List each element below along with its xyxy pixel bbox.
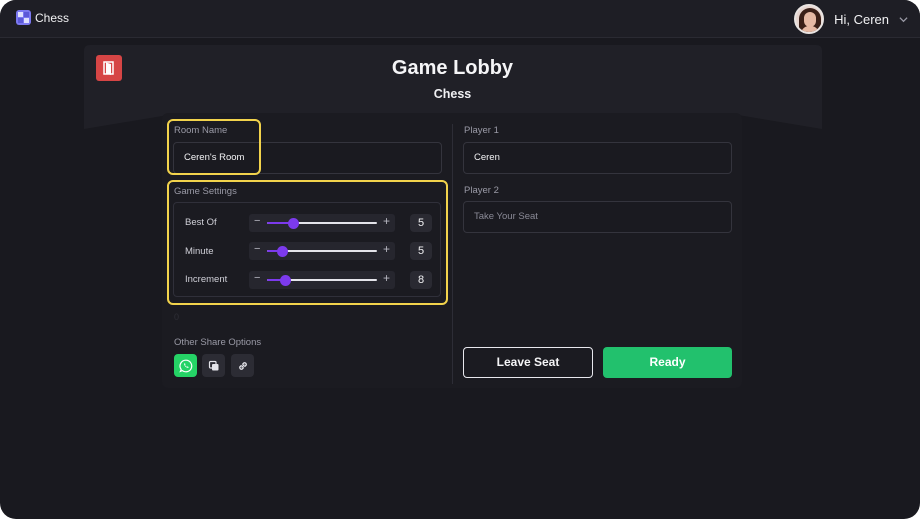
game-settings-highlight (167, 180, 448, 305)
chevron-down-icon[interactable] (899, 15, 908, 24)
leave-seat-button[interactable]: Leave Seat (463, 347, 593, 378)
player1-label: Player 1 (464, 125, 499, 136)
copy-button[interactable] (202, 354, 225, 377)
column-divider (452, 124, 453, 384)
whatsapp-icon (178, 359, 192, 372)
app-name: Chess (35, 10, 70, 25)
page-title: Game Lobby (391, 57, 514, 79)
brand[interactable]: Chess (16, 10, 69, 25)
stray-text: 0 (174, 312, 180, 322)
player2-label: Player 2 (464, 185, 499, 196)
ready-button[interactable]: Ready (603, 347, 732, 378)
link-button[interactable] (231, 354, 254, 377)
app-window: Chess Hi, Ceren Game Lobby Chess Room Na… (0, 0, 920, 519)
link-icon (238, 361, 247, 370)
room-name-highlight (167, 119, 261, 175)
page-subtitle: Chess (433, 87, 472, 101)
user-menu[interactable]: Hi, Ceren (794, 4, 908, 34)
top-bar: Chess Hi, Ceren (0, 0, 920, 38)
copy-icon (208, 360, 218, 370)
whatsapp-share-button[interactable] (174, 354, 197, 377)
avatar[interactable] (794, 4, 825, 34)
player1-field: Ceren (463, 142, 732, 174)
share-options-label: Other Share Options (174, 337, 262, 348)
take-seat-field[interactable]: Take Your Seat (463, 201, 732, 233)
chess-logo-icon (16, 10, 31, 25)
user-greeting: Hi, Ceren (834, 11, 889, 27)
